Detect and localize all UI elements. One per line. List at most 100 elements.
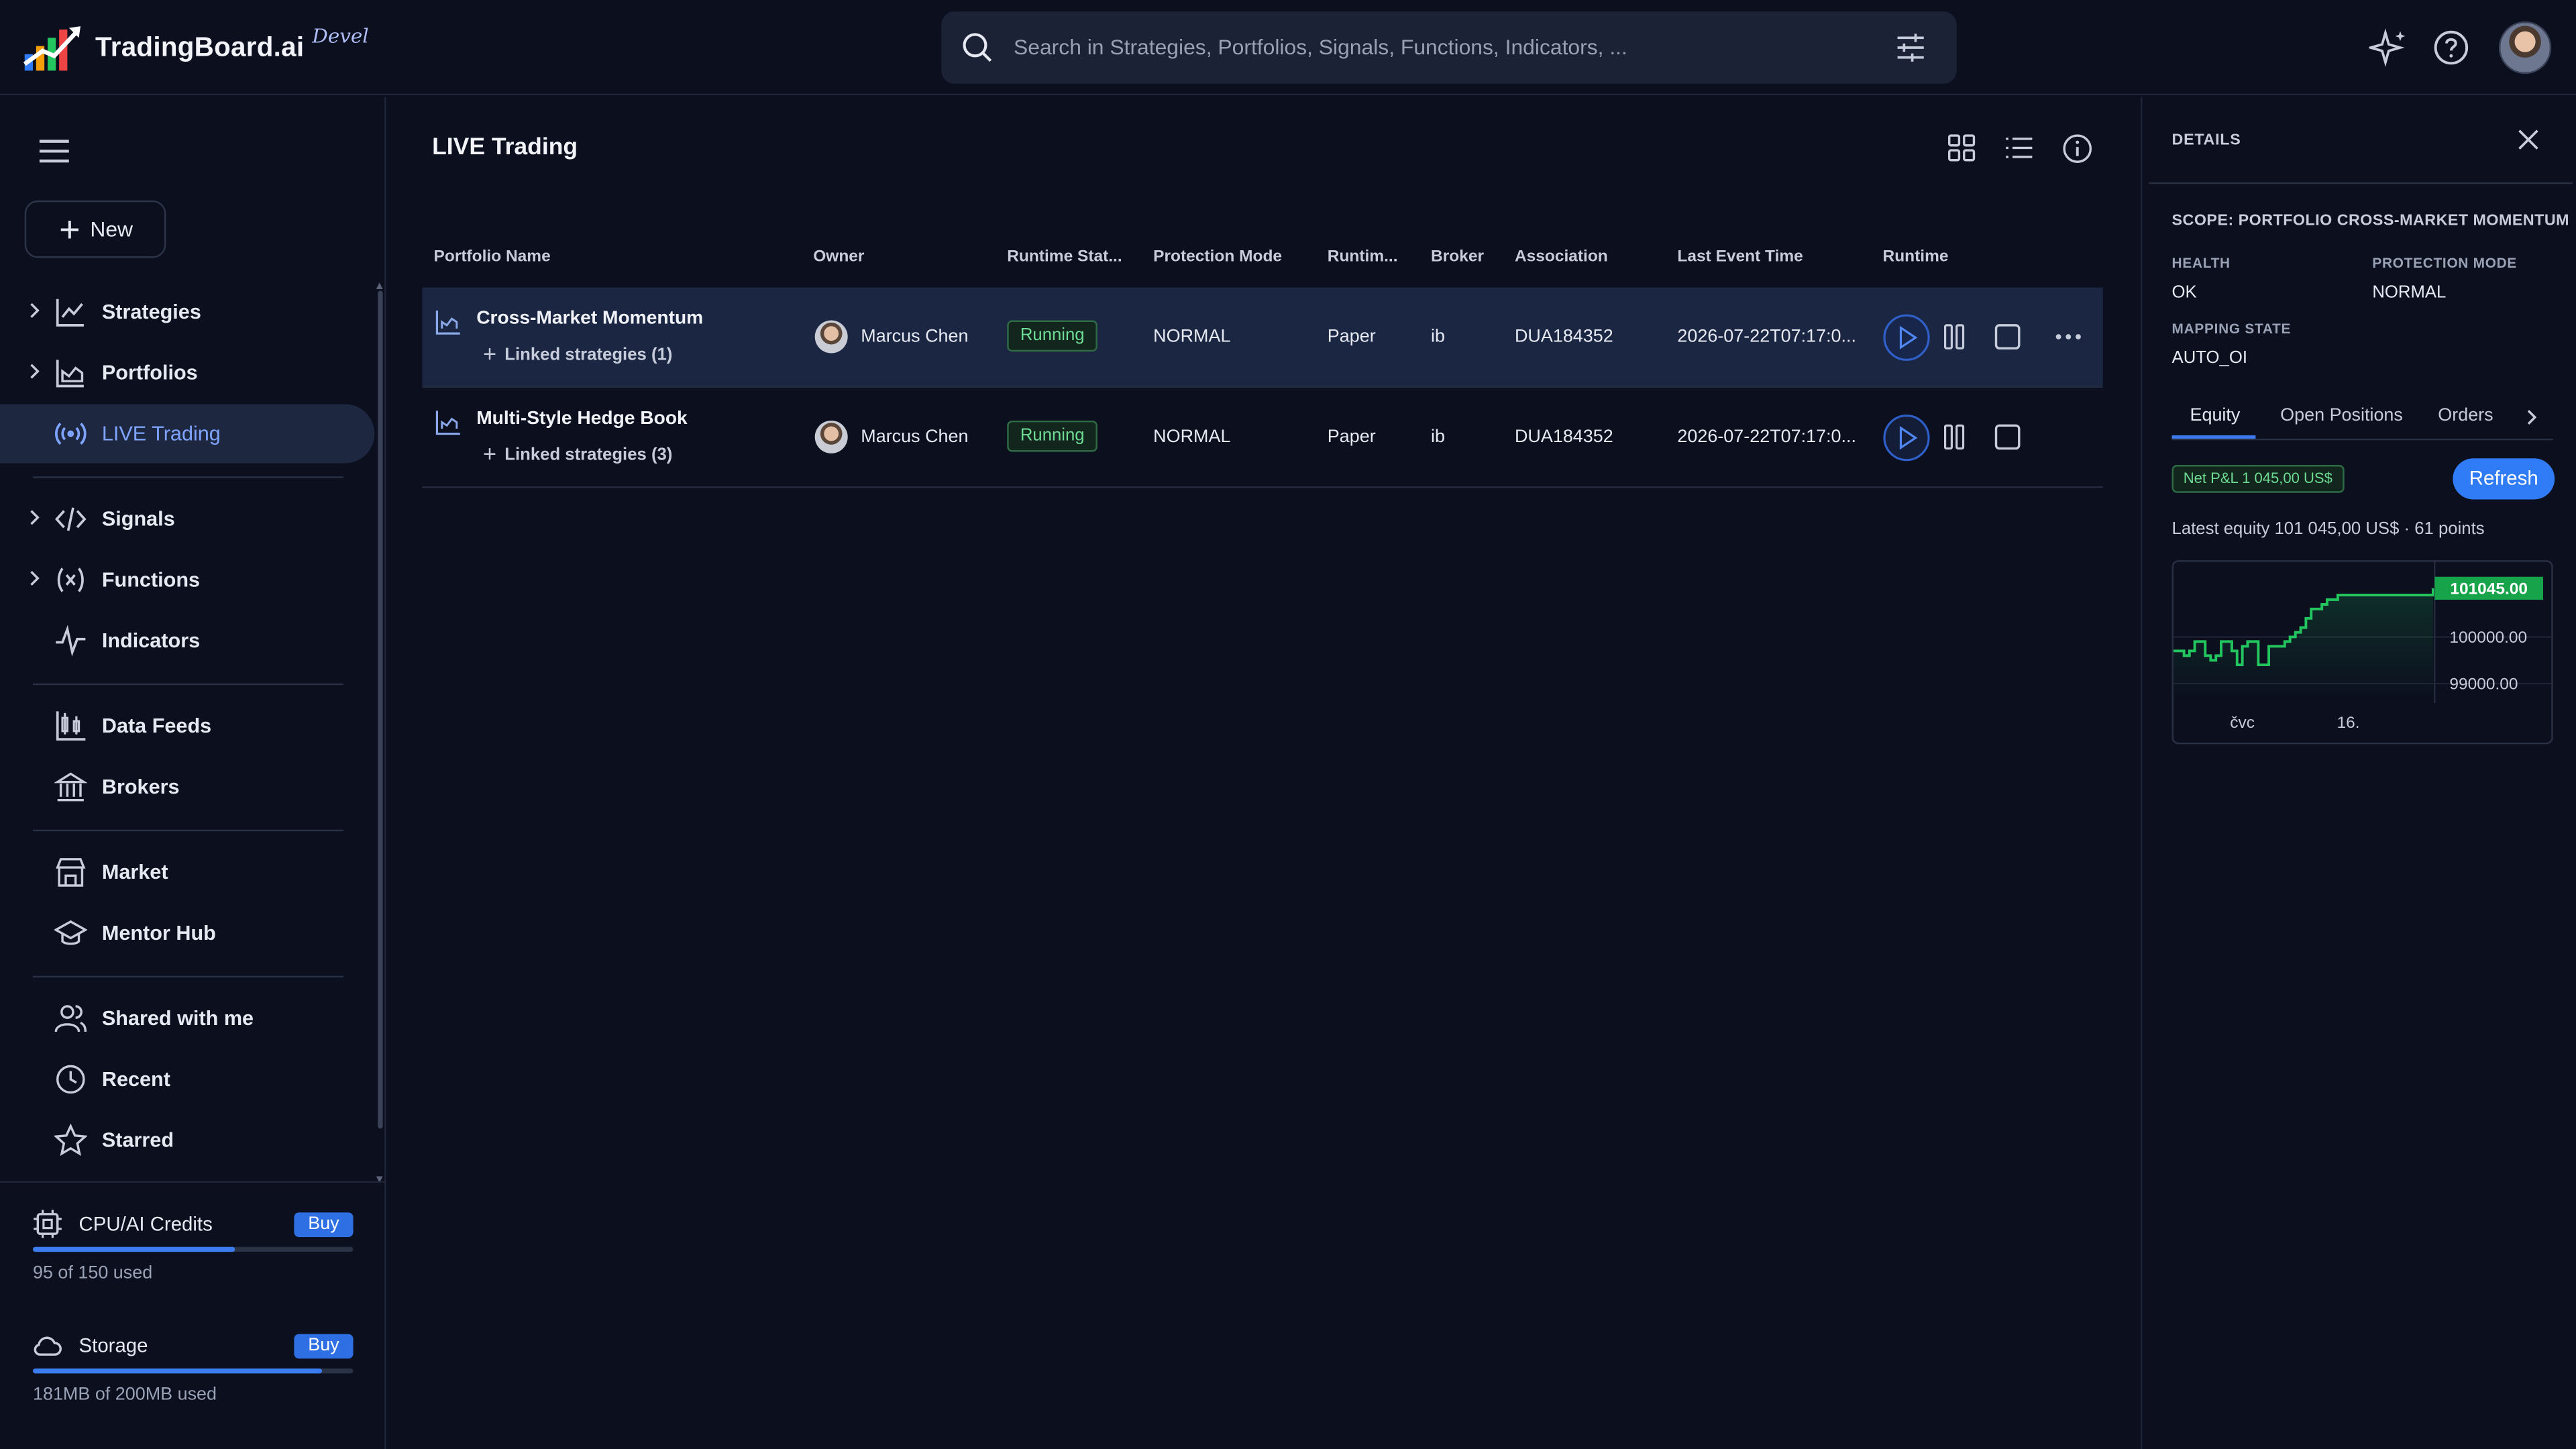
protection-value: NORMAL — [2372, 282, 2447, 303]
chevron-right-icon[interactable] — [28, 570, 42, 586]
column-header[interactable]: Broker — [1431, 248, 1484, 266]
refresh-button[interactable]: Refresh — [2453, 458, 2555, 500]
plus-icon: + — [483, 339, 497, 367]
active-tab-indicator — [2171, 435, 2256, 439]
sidebar-item-shared-with-me[interactable]: Shared with me — [0, 989, 374, 1048]
more-icon[interactable] — [2055, 332, 2082, 342]
play-icon[interactable] — [1883, 314, 1931, 362]
chart-area-icon — [56, 360, 84, 388]
buy-storage-button[interactable]: Buy — [294, 1334, 354, 1359]
stop-icon[interactable] — [1994, 323, 2021, 350]
new-button[interactable]: + New — [24, 200, 166, 258]
chevron-right-icon[interactable] — [28, 509, 42, 525]
sidebar-item-portfolios[interactable]: Portfolios — [0, 343, 374, 402]
page-title: LIVE Trading — [432, 134, 578, 162]
app-logo[interactable]: TradingBoard.ai — [23, 21, 304, 74]
graduation-cap-icon — [54, 920, 87, 945]
portfolio-name[interactable]: Multi-Style Hedge Book — [476, 409, 688, 429]
column-header[interactable]: Protection Mode — [1153, 248, 1282, 266]
column-header[interactable]: Portfolio Name — [434, 248, 551, 266]
sparkle-ai-icon[interactable] — [2369, 28, 2408, 68]
help-icon[interactable] — [2431, 28, 2471, 68]
broker: ib — [1431, 427, 1446, 447]
clock-icon — [56, 1065, 85, 1094]
pause-icon[interactable] — [1943, 424, 1965, 450]
sidebar-item-starred[interactable]: Starred — [0, 1111, 374, 1170]
runtime-mode: Paper — [1327, 427, 1376, 447]
table-row[interactable]: Cross-Market Momentum + Linked strategies… — [422, 287, 2103, 388]
linked-strategies-toggle[interactable]: + Linked strategies (1) — [483, 340, 672, 366]
sidebar-item-recent[interactable]: Recent — [0, 1050, 374, 1109]
pause-icon[interactable] — [1943, 323, 1965, 350]
sidebar-item-signals[interactable]: Signals — [0, 490, 374, 549]
sidebar-item-functions[interactable]: Functions — [0, 550, 374, 609]
y-tick-label: 99000.00 — [2449, 676, 2518, 694]
search-icon — [963, 33, 992, 62]
last-value-label: 101045.00 — [2450, 580, 2528, 598]
tab-orders[interactable]: Orders — [2438, 406, 2493, 425]
sidebar-item-label: Indicators — [101, 629, 201, 653]
sidebar-item-label: LIVE Trading — [101, 422, 221, 445]
info-icon[interactable] — [2061, 133, 2093, 164]
storage-progress-fill — [32, 1368, 323, 1374]
equity-chart[interactable]: 101045.00 100000.00 99000.00 čvc 16. — [2171, 560, 2553, 745]
scroll-up-arrow[interactable] — [376, 282, 383, 290]
filter-icon[interactable] — [1894, 32, 1927, 64]
health-label: HEALTH — [2171, 254, 2231, 272]
protection-mode: NORMAL — [1153, 427, 1231, 447]
details-divider — [2149, 182, 2573, 184]
stop-icon[interactable] — [1994, 424, 2021, 450]
search-bar[interactable]: Search in Strategies, Portfolios, Signal… — [941, 11, 1957, 84]
play-icon[interactable] — [1883, 414, 1931, 462]
linked-strategies-toggle[interactable]: + Linked strategies (3) — [483, 440, 672, 466]
close-icon[interactable] — [2517, 128, 2540, 151]
plus-icon: + — [483, 440, 497, 467]
pulse-icon — [56, 625, 86, 657]
credits-row: CPU/AI Credits — [33, 1209, 213, 1238]
sidebar-scrollbar[interactable] — [378, 290, 383, 1129]
sidebar-item-data-feeds[interactable]: Data Feeds — [0, 696, 374, 755]
sidebar-item-label: Portfolios — [101, 361, 198, 385]
chevron-right-icon[interactable] — [28, 303, 42, 319]
column-header[interactable]: Association — [1515, 248, 1608, 266]
credits-label: CPU/AI Credits — [78, 1212, 213, 1236]
last-event-time: 2026-07-22T07:17:0... — [1677, 427, 1857, 447]
sidebar-item-brokers[interactable]: Brokers — [0, 757, 374, 816]
cloud-icon — [34, 1336, 62, 1356]
top-bar: TradingBoard.ai Devel Search in Strategi… — [0, 0, 2576, 96]
sidebar-item-label: Signals — [101, 507, 175, 531]
equity-chart-svg: 101045.00 100000.00 99000.00 čvc 16. — [2174, 561, 2552, 732]
sidebar-item-live-trading[interactable]: LIVE Trading — [0, 404, 375, 464]
sidebar-divider — [32, 975, 343, 978]
status-badge: Running — [1007, 320, 1098, 352]
main-content: LIVE Trading Portfolio Name Owner Runtim… — [388, 97, 2139, 1449]
list-view-icon[interactable] — [2004, 133, 2034, 162]
status-badge: Running — [1007, 420, 1098, 452]
sidebar-item-strategies[interactable]: Strategies — [0, 282, 374, 341]
details-title: DETAILS — [2171, 131, 2241, 150]
env-badge: Devel — [312, 24, 369, 48]
portfolio-name[interactable]: Cross-Market Momentum — [476, 309, 703, 328]
sidebar-item-market[interactable]: Market — [0, 843, 374, 902]
column-header[interactable]: Runtim... — [1328, 248, 1398, 266]
credits-used-text: 95 of 150 used — [32, 1263, 153, 1283]
column-header[interactable]: Last Event Time — [1677, 248, 1803, 266]
column-header[interactable]: Runtime — [1883, 248, 1949, 266]
column-header[interactable]: Owner — [813, 248, 864, 266]
user-avatar[interactable] — [2498, 21, 2552, 74]
sidebar-item-indicators[interactable]: Indicators — [0, 611, 374, 670]
table-row[interactable]: Multi-Style Hedge Book + Linked strategie… — [422, 388, 2103, 488]
search-input[interactable]: Search in Strategies, Portfolios, Signal… — [1014, 34, 1627, 59]
column-header[interactable]: Runtime Stat... — [1007, 248, 1122, 266]
tab-open-positions[interactable]: Open Positions — [2280, 406, 2403, 425]
buy-credits-button[interactable]: Buy — [294, 1212, 354, 1238]
sidebar-item-label: Mentor Hub — [101, 921, 216, 945]
chevron-right-icon[interactable] — [2525, 409, 2538, 425]
chevron-right-icon[interactable] — [28, 363, 42, 379]
bank-icon — [54, 772, 87, 802]
menu-icon[interactable] — [39, 138, 69, 164]
grid-view-icon[interactable] — [1947, 133, 1976, 162]
tab-equity[interactable]: Equity — [2190, 406, 2240, 425]
sidebar-item-mentor-hub[interactable]: Mentor Hub — [0, 904, 374, 963]
sidebar-item-label: Shared with me — [101, 1007, 254, 1030]
